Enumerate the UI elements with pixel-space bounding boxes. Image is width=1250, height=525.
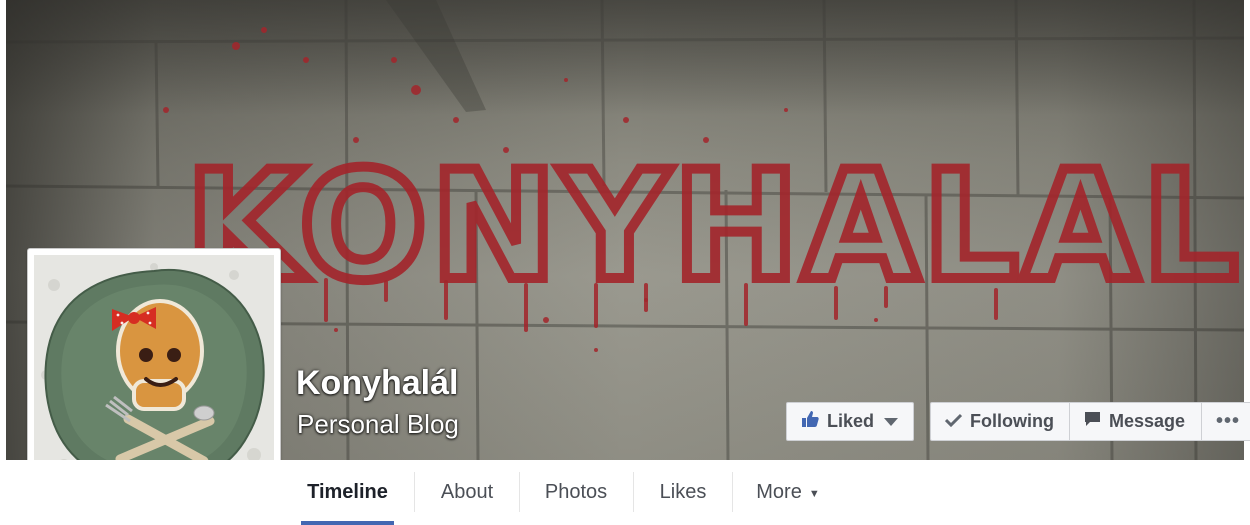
tab-likes-label: Likes xyxy=(659,481,707,503)
more-options-button[interactable]: ••• xyxy=(1202,402,1250,441)
page-title[interactable]: Konyhalál xyxy=(296,364,458,403)
tab-photos-label: Photos xyxy=(544,481,608,503)
tab-divider xyxy=(414,472,415,512)
tab-divider xyxy=(519,472,520,512)
following-button-label: Following xyxy=(970,411,1054,431)
message-button[interactable]: Message xyxy=(1070,402,1202,441)
tab-photos[interactable]: Photos xyxy=(525,460,627,525)
tab-about[interactable]: About xyxy=(420,460,514,525)
profile-picture-image xyxy=(34,255,274,495)
following-button[interactable]: Following xyxy=(930,402,1070,441)
page-category: Personal Blog xyxy=(297,409,459,439)
liked-button-label: Liked xyxy=(827,411,875,431)
more-options-icon: ••• xyxy=(1216,410,1241,432)
tab-likes[interactable]: Likes xyxy=(639,460,727,525)
page-actions-group: Following Message ••• xyxy=(930,402,1250,441)
caret-down-icon: ▼ xyxy=(808,487,820,500)
liked-button[interactable]: Liked xyxy=(786,402,914,441)
message-icon xyxy=(1084,411,1101,432)
page-header: KONYHALAL Konyhalál Personal Blog Liked … xyxy=(0,0,1250,525)
checkmark-icon xyxy=(944,411,963,432)
caret-down-icon xyxy=(884,411,899,432)
tab-more[interactable]: More ▼ xyxy=(738,460,838,525)
tab-active-indicator xyxy=(301,521,394,525)
thumbs-up-icon xyxy=(801,410,819,433)
tab-timeline-label: Timeline xyxy=(307,481,388,503)
tab-timeline[interactable]: Timeline xyxy=(301,460,394,525)
tab-about-label: About xyxy=(440,481,494,503)
tab-divider xyxy=(633,472,634,512)
message-button-label: Message xyxy=(1109,411,1186,431)
tab-more-label: More xyxy=(756,481,802,503)
cover-graffiti-text: KONYHALAL xyxy=(186,140,1242,314)
tab-divider xyxy=(732,472,733,512)
